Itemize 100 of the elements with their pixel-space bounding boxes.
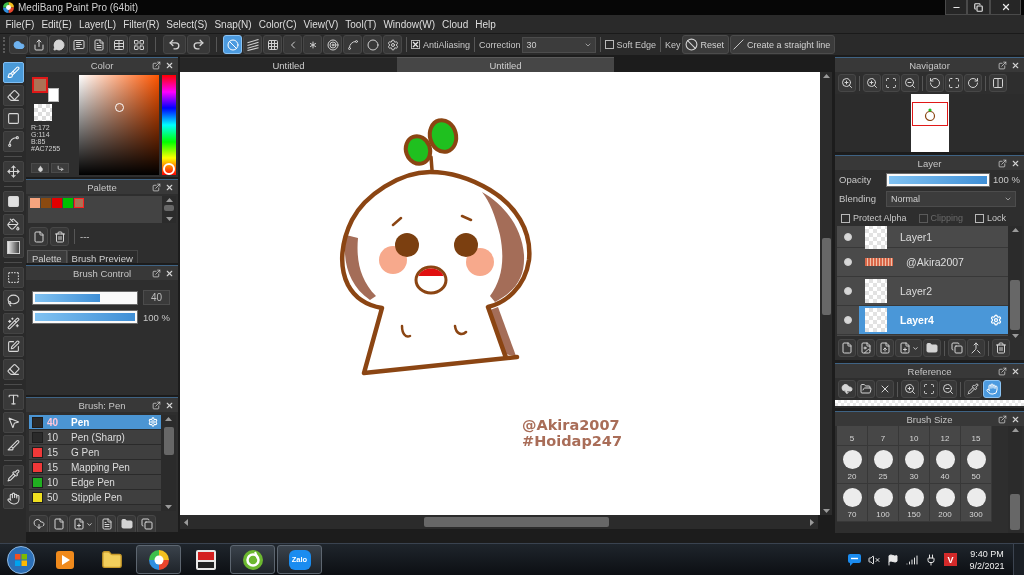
message-button[interactable] [69,35,88,54]
reference-tool-button[interactable] [939,380,957,398]
divide-tool-button[interactable] [2,435,24,456]
cloud-button[interactable] [9,35,28,54]
menu-item[interactable]: Select(S) [162,16,211,32]
document-tab[interactable]: Untitled [397,57,614,72]
page-button[interactable] [89,35,108,54]
reference-tool-button[interactable] [876,380,894,398]
snap-button[interactable] [263,35,282,54]
wand-tool-button[interactable] [2,313,24,334]
external-link-icon[interactable] [152,268,161,278]
eyedropper-tool-button[interactable] [2,465,24,486]
brush-tool-button[interactable] [2,62,24,83]
color-option-button[interactable] [31,163,49,173]
add-layer-button[interactable] [895,339,922,357]
visibility-dot-icon[interactable] [844,258,852,266]
redo-button[interactable] [187,35,210,54]
merge-layer-button[interactable] [967,339,985,357]
brush-size-item[interactable]: 70 [837,484,868,522]
scroll-down-arrow-icon[interactable] [165,217,173,221]
close-icon[interactable] [165,268,174,278]
scrollbar-thumb[interactable] [424,517,609,527]
saturation-value-picker[interactable] [79,75,159,175]
brush-size-item[interactable]: 15 [961,426,992,446]
reference-tool-button[interactable] [983,380,1001,398]
table-button[interactable] [109,35,128,54]
image-layer-button[interactable] [857,339,875,357]
snap-button[interactable] [283,35,302,54]
add-brush-button[interactable] [69,514,96,532]
reference-tool-button[interactable] [857,380,875,398]
brush-size-item[interactable]: 100 [868,484,899,522]
scroll-up-arrow-icon[interactable] [1011,428,1019,432]
restore-button[interactable] [967,0,990,15]
duplicate-layer-button[interactable] [948,339,966,357]
signal-bars-icon[interactable] [906,553,918,566]
external-link-icon[interactable] [998,414,1007,424]
hand-tool-button[interactable] [2,488,24,509]
zoom-in-button[interactable] [863,74,881,92]
blending-dropdown[interactable]: Normal [886,190,1016,207]
color-swatch-icon[interactable] [74,198,84,208]
dot-tool-button[interactable] [2,108,24,129]
menu-item[interactable]: Tool(T) [341,16,380,32]
taskbar-app-button[interactable] [136,545,181,574]
scrollbar-thumb[interactable] [1010,494,1020,530]
layer-item[interactable]: Layer1 [859,226,1008,247]
brush-size-item[interactable]: 40 [930,446,961,484]
reference-tool-button[interactable] [964,380,982,398]
layer-item[interactable]: Layer2 [859,277,1008,305]
visibility-dot-icon[interactable] [844,316,852,324]
delete-palette-button[interactable] [50,227,69,246]
snap-button[interactable] [303,35,322,54]
rotate-left-button[interactable] [926,74,944,92]
layer-option-checkbox[interactable]: Protect Alpha [841,213,907,223]
menu-item[interactable]: File(F) [2,16,38,32]
reset-view-button[interactable] [945,74,963,92]
brush-size-item[interactable]: 25 [868,446,899,484]
snap-settings-button[interactable] [383,35,402,54]
operation-tool-button[interactable] [2,412,24,433]
color-swatch-icon[interactable] [30,198,40,208]
visibility-dot-icon[interactable] [844,287,852,295]
color-option-button[interactable] [51,163,69,173]
external-link-icon[interactable] [152,400,161,410]
brush-size-item[interactable]: 50 [961,446,992,484]
background-color-swatch[interactable] [48,88,59,102]
menu-item[interactable]: View(V) [299,16,342,32]
lasso-tool-button[interactable] [2,290,24,311]
menu-item[interactable]: Color(C) [255,16,300,32]
external-link-icon[interactable] [998,158,1007,168]
correction-dropdown[interactable]: 30 [521,36,596,53]
foreground-color-swatch[interactable] [32,77,48,93]
brush-script-button[interactable] [97,514,116,532]
snap-button[interactable] [323,35,342,54]
menu-item[interactable]: Help [471,16,500,32]
visibility-dot-icon[interactable] [844,232,852,241]
snap-button[interactable] [343,35,362,54]
close-icon[interactable] [1011,158,1020,168]
new-brush-button[interactable] [49,514,68,532]
select-pen-tool-button[interactable] [2,336,24,357]
hue-handle-icon[interactable] [163,163,175,175]
brush-item[interactable]: 15 G Pen [29,445,161,460]
text-tool-button[interactable] [2,389,24,410]
antialiasing-checkbox[interactable]: AntiAliasing [411,39,471,50]
menu-item[interactable]: Filter(R) [119,16,163,32]
brush-size-item[interactable]: 150 [899,484,930,522]
select-tool-button[interactable] [2,267,24,288]
chat-bubble-icon[interactable] [848,553,861,566]
snap-button[interactable] [243,35,262,54]
new-layer-button[interactable] [838,339,856,357]
external-link-icon[interactable] [998,366,1007,376]
flip-button[interactable] [989,74,1007,92]
close-icon[interactable] [165,400,174,410]
taskbar-app-button[interactable] [230,545,275,574]
new-palette-button[interactable] [29,227,48,246]
brush-item[interactable]: 15 Mapping Pen [29,460,161,475]
delete-layer-button[interactable] [992,339,1010,357]
menu-item[interactable]: Edit(E) [37,16,76,32]
scrollbar-thumb[interactable] [163,427,174,455]
reference-tool-button[interactable] [901,380,919,398]
brush-size-item[interactable]: 200 [930,484,961,522]
actual-size-button[interactable] [838,74,856,92]
